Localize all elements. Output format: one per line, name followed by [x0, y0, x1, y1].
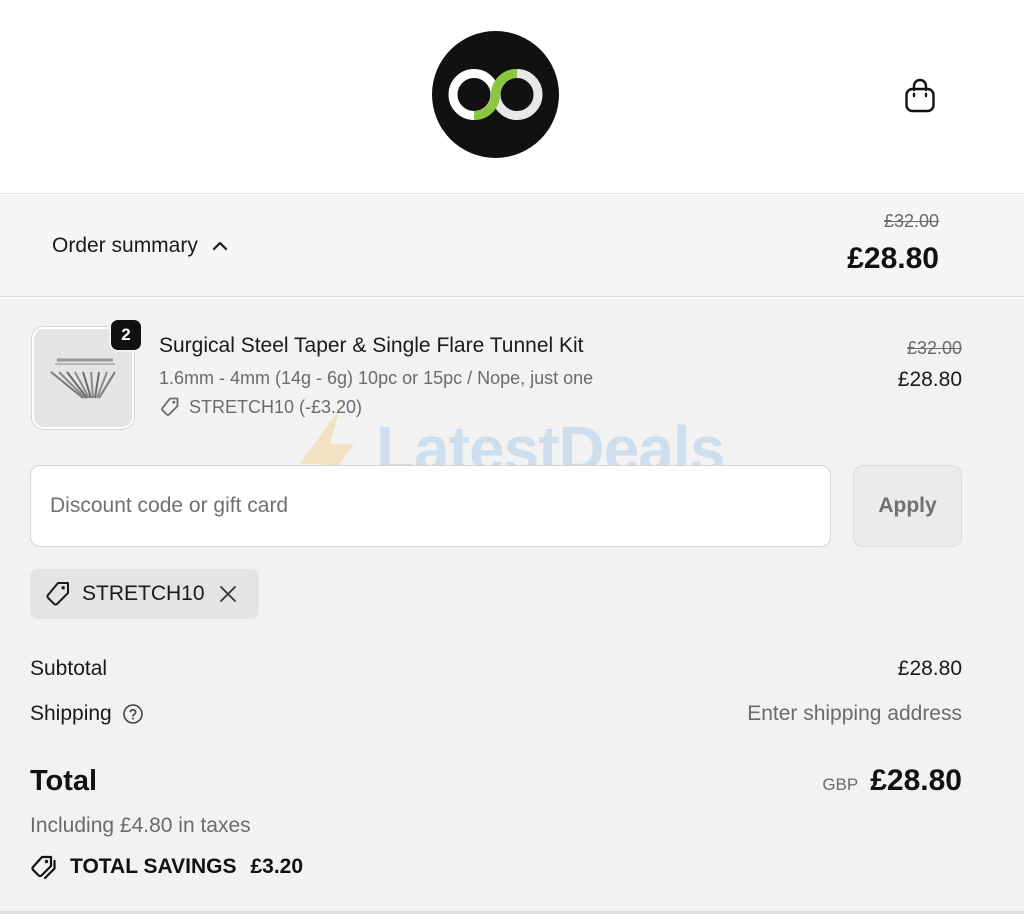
order-summary-toggle[interactable]: Order summary: [52, 232, 228, 260]
shipping-value: Enter shipping address: [747, 702, 962, 725]
remove-code-button[interactable]: [219, 585, 237, 603]
total-label: Total: [30, 765, 98, 797]
currency-code: GBP: [822, 775, 859, 794]
infinity-logo-icon: [448, 69, 543, 120]
chevron-up-icon: [212, 241, 227, 251]
quantity-badge: 2: [109, 318, 143, 352]
shipping-row: Shipping: [30, 702, 144, 726]
applied-code-label: STRETCH10: [82, 582, 205, 605]
close-icon: [219, 586, 236, 602]
product-discount: STRETCH10 (-£3.20): [159, 396, 362, 418]
total-value: £28.80: [870, 764, 962, 797]
discount-code-input[interactable]: [30, 465, 831, 547]
savings-value: £3.20: [250, 855, 304, 878]
savings-label: TOTAL SAVINGS: [70, 855, 237, 878]
total-amount: GBP £28.80: [822, 764, 962, 798]
checkout-header: [0, 0, 1024, 194]
tags-icon: [31, 855, 56, 880]
product-original-price: £32.00: [906, 338, 962, 358]
tag-icon: [46, 582, 69, 606]
cart-button[interactable]: [898, 74, 942, 118]
store-logo[interactable]: [432, 31, 559, 158]
summary-discounted-price: £28.80: [847, 242, 939, 275]
applied-code-chip: STRETCH10: [30, 569, 259, 619]
shopping-bag-icon: [905, 78, 935, 113]
question-circle-icon: [122, 704, 143, 724]
shipping-help-button[interactable]: [122, 703, 144, 725]
product-discount-label: STRETCH10 (-£3.20): [189, 396, 363, 417]
product-variant: 1.6mm - 4mm (14g - 6g) 10pc or 15pc / No…: [159, 368, 594, 388]
shipping-label: Shipping: [30, 702, 112, 725]
subtotal-value: £28.80: [897, 657, 962, 680]
taxes-note: Including £4.80 in taxes: [30, 814, 251, 837]
subtotal-label: Subtotal: [30, 657, 108, 680]
tag-icon: [161, 397, 179, 416]
order-summary-label: Order summary: [52, 234, 198, 257]
apply-button[interactable]: Apply: [853, 465, 962, 547]
taper-kit-image: [50, 358, 116, 399]
total-savings: TOTAL SAVINGS £3.20: [30, 853, 303, 881]
product-title: Surgical Steel Taper & Single Flare Tunn…: [159, 334, 584, 357]
summary-original-price: £32.00: [883, 211, 939, 231]
product-price: £28.80: [897, 368, 962, 391]
